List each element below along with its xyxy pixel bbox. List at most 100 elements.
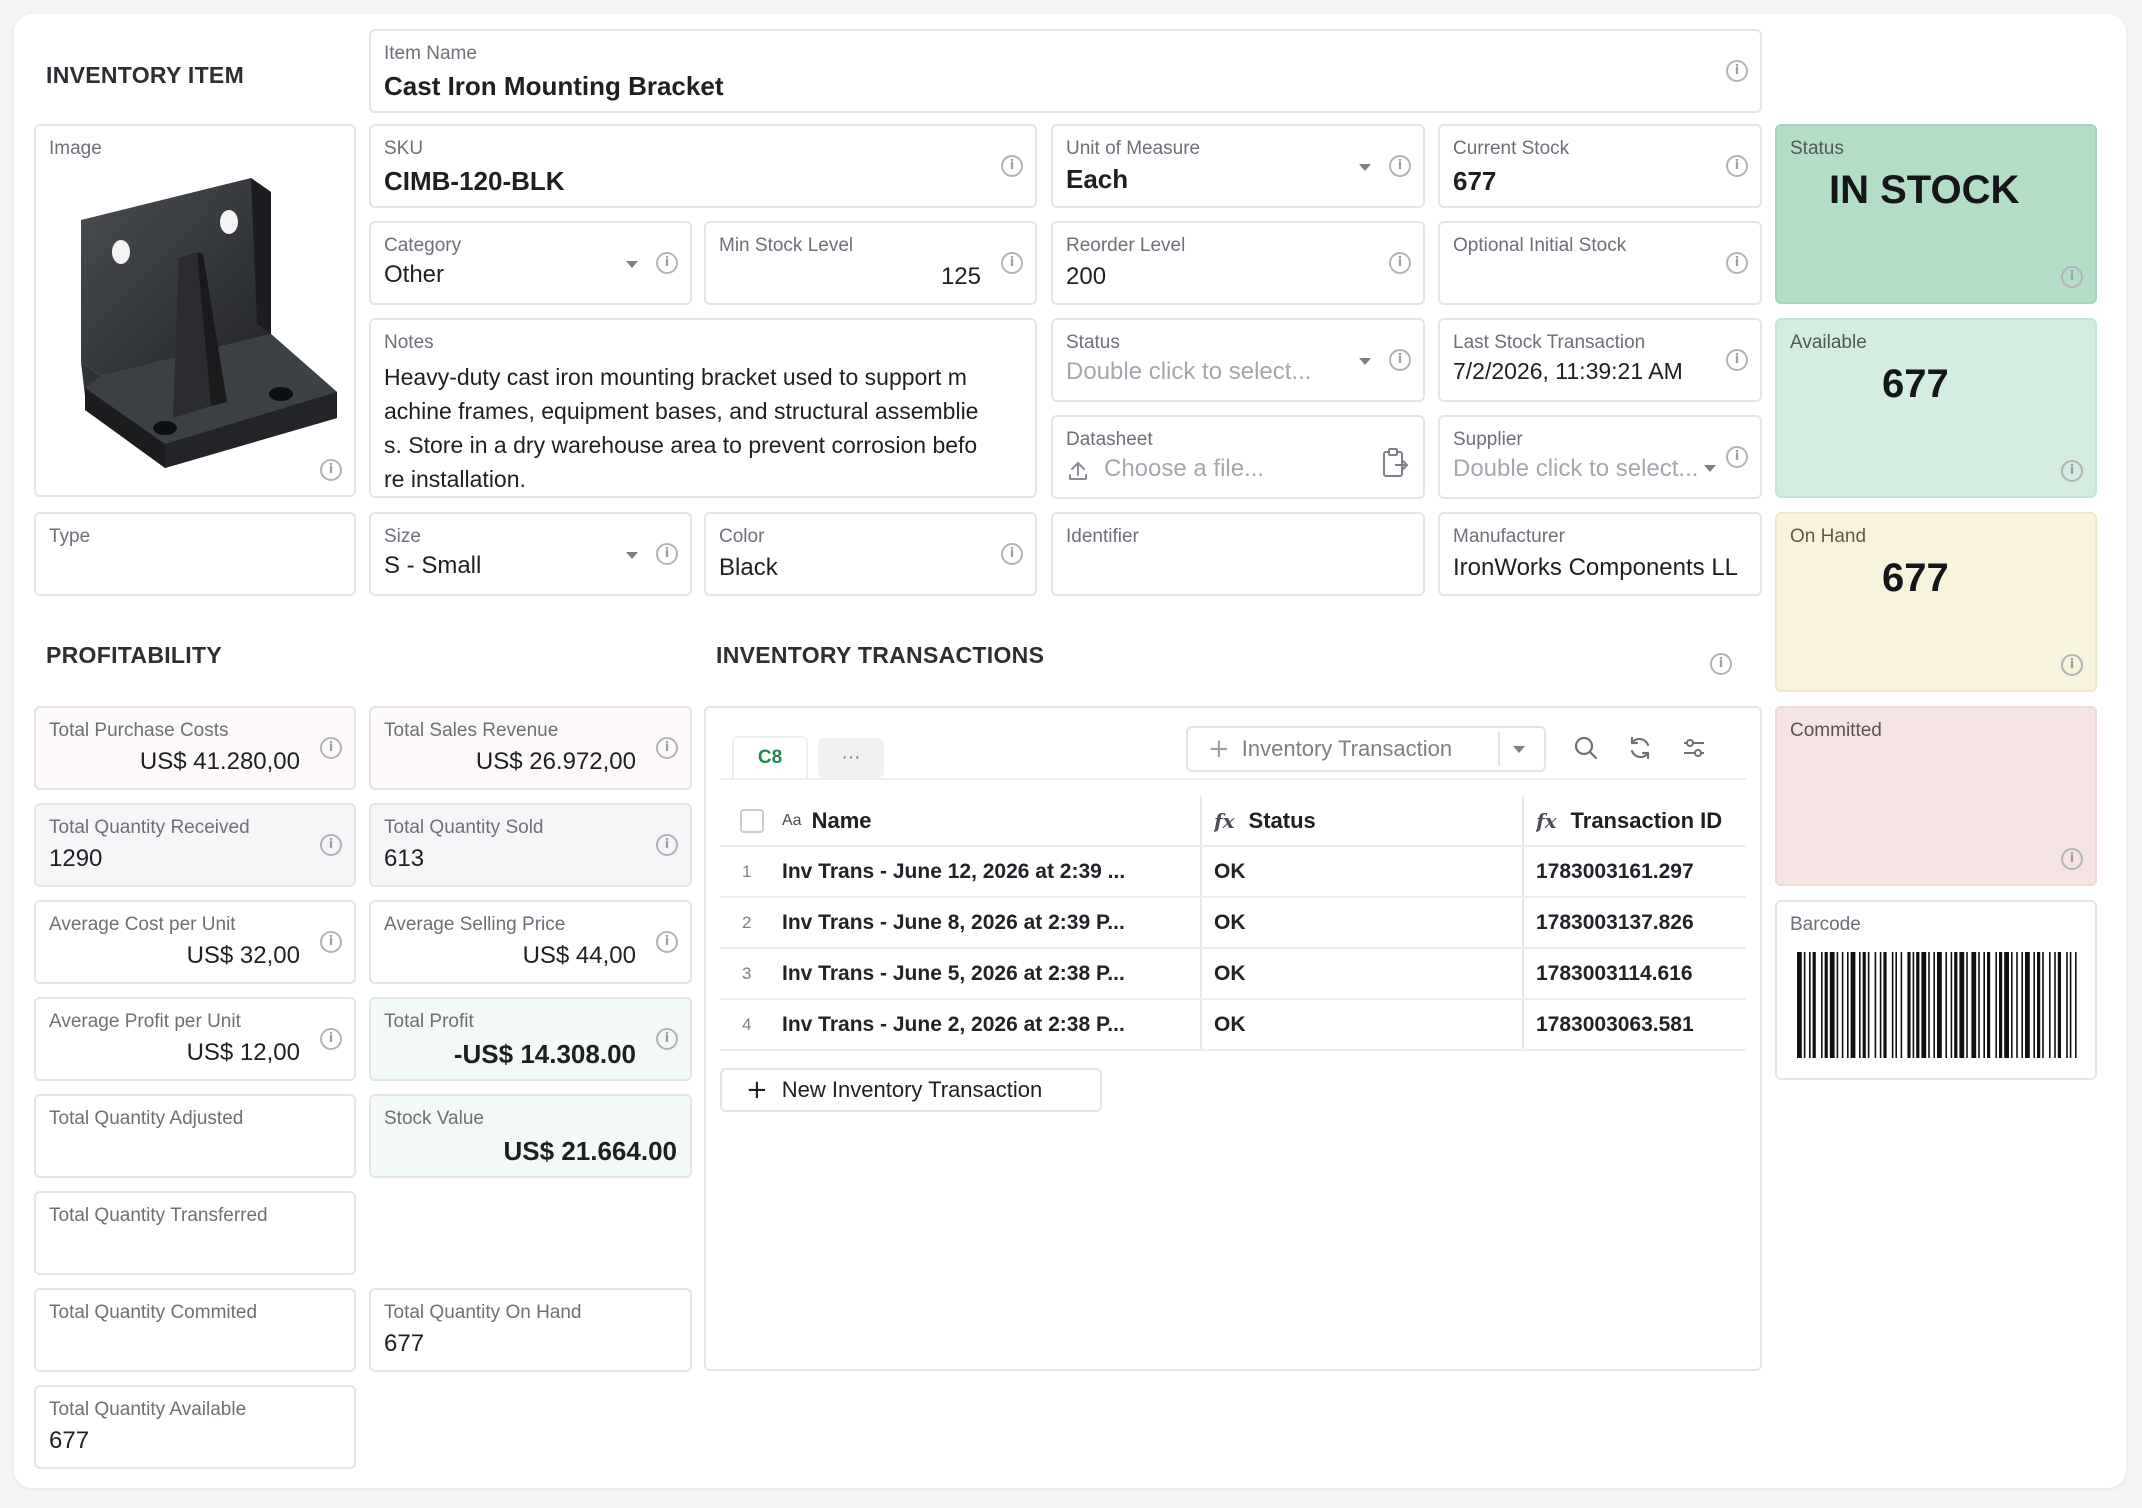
last-stock-transaction-field[interactable]: Last Stock Transaction 7/2/2026, 11:39:2… <box>1438 318 1762 402</box>
table-row[interactable]: 1 Inv Trans - June 12, 2026 at 2:39 ... … <box>720 847 1746 898</box>
datasheet-field[interactable]: Datasheet Choose a file... <box>1051 415 1425 499</box>
chevron-down-icon[interactable] <box>1704 465 1716 472</box>
column-header-transaction-id[interactable]: fx Transaction ID <box>1536 796 1756 845</box>
info-icon[interactable]: i <box>656 931 678 953</box>
barcode-bar <box>1836 952 1839 1058</box>
reorder-level-field[interactable]: Reorder Level 200 i <box>1051 221 1425 305</box>
type-field[interactable]: Type <box>34 512 356 596</box>
chevron-down-icon[interactable] <box>1513 746 1525 753</box>
supplier-select[interactable]: Supplier Double click to select... i <box>1438 415 1762 499</box>
chevron-down-icon[interactable] <box>1359 164 1371 171</box>
total-profit-field[interactable]: Total Profit -US$ 14.308.00 i <box>369 997 692 1081</box>
info-icon[interactable]: i <box>1726 252 1748 274</box>
info-icon[interactable]: i <box>2061 848 2083 870</box>
size-select[interactable]: Size S - Small i <box>369 512 692 596</box>
info-icon[interactable]: i <box>2061 266 2083 288</box>
column-header-name[interactable]: Aa Name <box>782 796 1182 845</box>
info-icon[interactable]: i <box>1001 155 1023 177</box>
info-icon[interactable]: i <box>1726 155 1748 177</box>
status-select[interactable]: Status Double click to select... i <box>1051 318 1425 402</box>
table-row[interactable]: 3 Inv Trans - June 5, 2026 at 2:38 P... … <box>720 949 1746 1000</box>
table-row[interactable]: 4 Inv Trans - June 2, 2026 at 2:38 P... … <box>720 1000 1746 1051</box>
column-header-status[interactable]: fx Status <box>1214 796 1514 845</box>
info-icon[interactable]: i <box>1726 60 1748 82</box>
new-inventory-transaction-button[interactable]: + New Inventory Transaction <box>720 1068 1102 1112</box>
category-select[interactable]: Category Other i <box>369 221 692 305</box>
info-icon[interactable]: i <box>656 1028 678 1050</box>
available-card-label: Available <box>1790 332 1867 353</box>
total-quantity-adjusted-field[interactable]: Total Quantity Adjusted <box>34 1094 356 1178</box>
total-quantity-on-hand-field[interactable]: Total Quantity On Hand 677 <box>369 1288 692 1372</box>
current-stock-field[interactable]: Current Stock 677 i <box>1438 124 1762 208</box>
info-icon[interactable]: i <box>1389 155 1411 177</box>
search-icon[interactable] <box>1568 730 1604 766</box>
row-transaction-id: 1783003114.616 <box>1536 961 1693 985</box>
info-icon[interactable]: i <box>1389 349 1411 371</box>
row-name[interactable]: Inv Trans - June 5, 2026 at 2:38 P... <box>782 949 1192 998</box>
average-cost-per-unit-field[interactable]: Average Cost per Unit US$ 32,00 i <box>34 900 356 984</box>
info-icon[interactable]: i <box>320 931 342 953</box>
average-selling-price-field[interactable]: Average Selling Price US$ 44,00 i <box>369 900 692 984</box>
select-all-checkbox[interactable] <box>740 808 764 833</box>
total-quantity-available-value: 677 <box>49 1427 90 1454</box>
info-icon[interactable]: i <box>1389 252 1411 274</box>
info-icon[interactable]: i <box>320 834 342 856</box>
info-icon[interactable]: i <box>1001 543 1023 565</box>
stock-value-field[interactable]: Stock Value US$ 21.664.00 <box>369 1094 692 1178</box>
info-icon[interactable]: i <box>320 1028 342 1050</box>
barcode-bar <box>1812 952 1816 1058</box>
min-stock-level-field[interactable]: Min Stock Level 125 i <box>704 221 1037 305</box>
add-inventory-transaction-button[interactable]: + Inventory Transaction <box>1186 726 1546 772</box>
tab-c8[interactable]: C8 <box>732 736 808 778</box>
chevron-down-icon[interactable] <box>626 552 638 559</box>
total-quantity-received-field[interactable]: Total Quantity Received 1290 i <box>34 803 356 887</box>
table-row[interactable]: 2 Inv Trans - June 8, 2026 at 2:39 P... … <box>720 898 1746 949</box>
info-icon[interactable]: i <box>1001 252 1023 274</box>
chevron-down-icon[interactable] <box>626 261 638 268</box>
total-sales-revenue-field[interactable]: Total Sales Revenue US$ 26.972,00 i <box>369 706 692 790</box>
image-field[interactable]: Image i <box>34 124 356 497</box>
total-quantity-available-field[interactable]: Total Quantity Available 677 <box>34 1385 356 1469</box>
tab-more[interactable]: ··· <box>818 738 884 778</box>
clipboard-icon[interactable] <box>1381 447 1409 479</box>
info-icon[interactable]: i <box>1726 446 1748 468</box>
total-quantity-commited-field[interactable]: Total Quantity Commited <box>34 1288 356 1372</box>
total-quantity-sold-field[interactable]: Total Quantity Sold 613 i <box>369 803 692 887</box>
supplier-placeholder: Double click to select... <box>1453 455 1699 482</box>
row-name[interactable]: Inv Trans - June 8, 2026 at 2:39 P... <box>782 898 1192 947</box>
datasheet-placeholder[interactable]: Choose a file... <box>1104 455 1264 483</box>
color-label: Color <box>719 526 765 547</box>
info-icon[interactable]: i <box>2061 460 2083 482</box>
barcode-bar <box>2011 952 2013 1058</box>
refresh-icon[interactable] <box>1622 730 1658 766</box>
notes-line: achine frames, equipment bases, and stru… <box>384 398 979 424</box>
barcode-bar <box>2057 952 2061 1058</box>
upload-icon[interactable] <box>1066 459 1090 483</box>
notes-field[interactable]: Notes Heavy-duty cast iron mounting brac… <box>369 318 1037 498</box>
total-purchase-costs-field[interactable]: Total Purchase Costs US$ 41.280,00 i <box>34 706 356 790</box>
info-icon[interactable]: i <box>1710 653 1732 675</box>
optional-initial-stock-field[interactable]: Optional Initial Stock i <box>1438 221 1762 305</box>
identifier-field[interactable]: Identifier <box>1051 512 1425 596</box>
info-icon[interactable]: i <box>656 737 678 759</box>
info-icon[interactable]: i <box>656 834 678 856</box>
manufacturer-field[interactable]: Manufacturer IronWorks Components LL <box>1438 512 1762 596</box>
color-field[interactable]: Color Black i <box>704 512 1037 596</box>
row-name[interactable]: Inv Trans - June 2, 2026 at 2:38 P... <box>782 1000 1192 1049</box>
status-card: Status IN STOCK i <box>1775 124 2097 304</box>
info-icon[interactable]: i <box>656 252 678 274</box>
sku-field[interactable]: SKU CIMB-120-BLK i <box>369 124 1037 208</box>
info-icon[interactable]: i <box>2061 654 2083 676</box>
info-icon[interactable]: i <box>320 459 342 481</box>
average-profit-per-unit-field[interactable]: Average Profit per Unit US$ 12,00 i <box>34 997 356 1081</box>
info-icon[interactable]: i <box>320 737 342 759</box>
row-name[interactable]: Inv Trans - June 12, 2026 at 2:39 ... <box>782 847 1192 896</box>
info-icon[interactable]: i <box>656 543 678 565</box>
filter-settings-icon[interactable] <box>1676 730 1712 766</box>
item-name-field[interactable]: Item Name Cast Iron Mounting Bracket i <box>369 29 1762 113</box>
sku-value: CIMB-120-BLK <box>384 166 565 196</box>
chevron-down-icon[interactable] <box>1359 358 1371 365</box>
total-quantity-transferred-field[interactable]: Total Quantity Transferred <box>34 1191 356 1275</box>
unit-of-measure-select[interactable]: Unit of Measure Each i <box>1051 124 1425 208</box>
info-icon[interactable]: i <box>1726 349 1748 371</box>
